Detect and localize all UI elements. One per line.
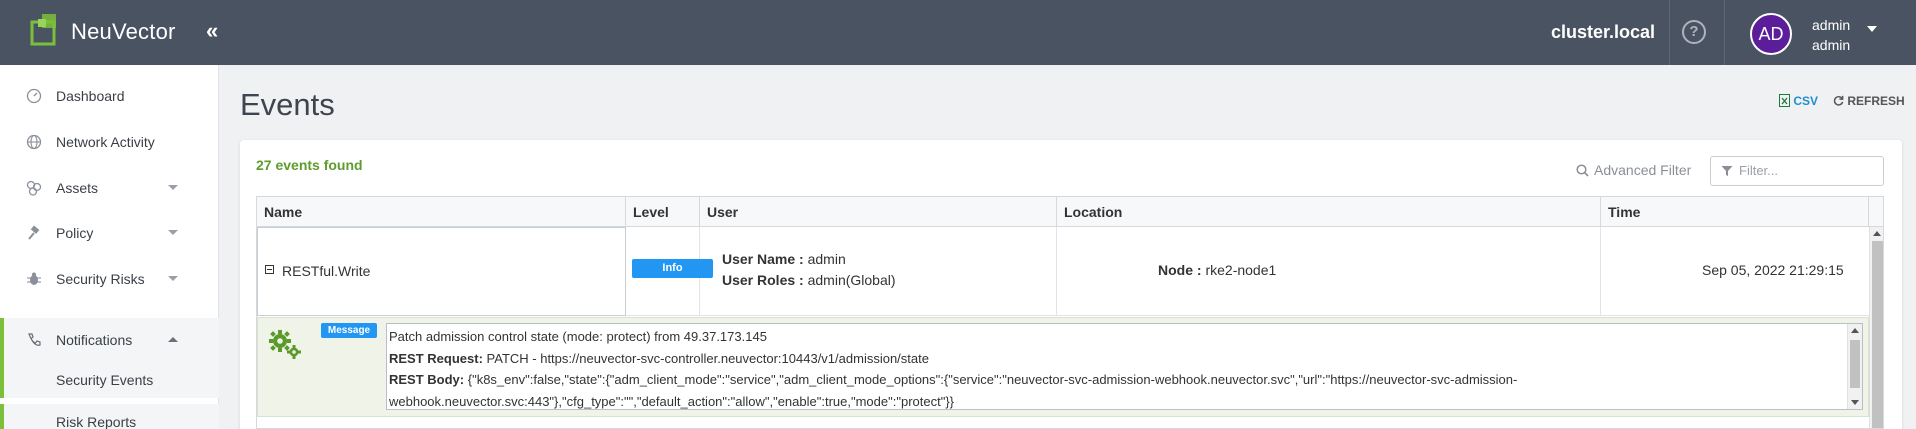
user-roles-label: User Roles : xyxy=(722,272,804,288)
sidebar: Dashboard Network Activity Assets Policy… xyxy=(0,65,219,429)
rest-request-value: PATCH - https://neuvector-svc-controller… xyxy=(486,350,929,366)
node-label: Node : xyxy=(1158,262,1202,278)
user-name-value: admin xyxy=(807,251,846,267)
sidebar-subitem-label: Security Events xyxy=(56,372,154,388)
message-line: Patch admission control state (mode: pro… xyxy=(389,329,767,344)
table-row[interactable]: RESTful.Write Info User Name : admin Use… xyxy=(257,227,1869,316)
filter-icon xyxy=(1721,166,1733,176)
page-title: Events xyxy=(240,87,335,122)
sidebar-subitem-risk-reports[interactable]: Risk Reports xyxy=(0,404,219,429)
sidebar-subitem-label: Risk Reports xyxy=(56,414,137,429)
user-role: admin xyxy=(1812,37,1851,53)
collapse-row-icon[interactable] xyxy=(265,265,274,274)
rest-request-line: REST Request: PATCH - https://neuvector-… xyxy=(389,348,1844,370)
user-menu[interactable]: admin admin xyxy=(1812,15,1850,55)
search-icon xyxy=(1576,164,1589,177)
sidebar-item-label: Network Activity xyxy=(56,134,155,150)
sidebar-item-label: Security Risks xyxy=(56,271,145,287)
csv-export-button[interactable]: CSV xyxy=(1779,94,1818,108)
chevron-down-icon xyxy=(168,185,178,190)
avatar[interactable]: AD xyxy=(1750,13,1792,55)
table-scrollbar[interactable] xyxy=(1869,227,1883,428)
event-detail-panel: Message Patch admission control state (m… xyxy=(257,317,1869,417)
help-icon[interactable]: ? xyxy=(1682,20,1706,44)
policy-icon xyxy=(28,225,40,240)
csv-label: CSV xyxy=(1793,94,1819,108)
scroll-up-icon[interactable] xyxy=(1873,231,1881,236)
sidebar-item-dashboard[interactable]: Dashboard xyxy=(0,74,219,118)
sidebar-item-label: Dashboard xyxy=(56,88,125,104)
sidebar-item-policy[interactable]: Policy xyxy=(0,211,219,255)
cluster-name[interactable]: cluster.local xyxy=(1551,22,1655,43)
bug-icon xyxy=(27,272,41,285)
chevron-down-icon xyxy=(168,230,178,235)
globe-icon xyxy=(26,134,42,150)
location-text: Node : rke2-node1 xyxy=(1158,262,1276,278)
gears-icon xyxy=(269,330,301,359)
scroll-thumb[interactable] xyxy=(1872,241,1883,428)
column-header-name[interactable]: Name xyxy=(257,197,626,227)
rest-request-label: REST Request: xyxy=(389,350,483,366)
sidebar-item-notifications[interactable]: Notifications xyxy=(0,318,219,362)
column-header-level[interactable]: Level xyxy=(626,197,700,227)
dashboard-icon xyxy=(26,88,42,104)
sidebar-item-network-activity[interactable]: Network Activity xyxy=(0,120,219,164)
divider xyxy=(1669,0,1670,65)
node-value: rke2-node1 xyxy=(1205,262,1277,278)
rest-body-line: REST Body: {"k8s_env":false,"state":{"ad… xyxy=(389,369,1844,409)
scroll-down-icon[interactable] xyxy=(1851,400,1859,405)
sidebar-item-assets[interactable]: Assets xyxy=(0,166,219,210)
neuvector-logo-icon[interactable] xyxy=(28,12,68,48)
column-header-user[interactable]: User xyxy=(700,197,1057,227)
events-count: 27 events found xyxy=(256,157,363,173)
rest-body-value: {"k8s_env":false,"state":{"adm_client_mo… xyxy=(389,372,1518,409)
refresh-icon xyxy=(1833,95,1844,106)
sidebar-item-label: Policy xyxy=(56,225,94,241)
scroll-up-icon[interactable] xyxy=(1851,328,1859,333)
table-header: Name Level User Location Time xyxy=(257,197,1883,227)
event-name: RESTful.Write xyxy=(282,263,371,279)
filter-input[interactable] xyxy=(1739,163,1879,178)
divider xyxy=(1724,0,1725,65)
name-cell: RESTful.Write xyxy=(257,227,626,316)
message-textarea[interactable]: Patch admission control state (mode: pro… xyxy=(386,323,1863,410)
user-name-line: User Name : admin xyxy=(722,251,846,267)
refresh-label: REFRESH xyxy=(1847,94,1905,108)
chevron-up-icon xyxy=(168,337,178,342)
chevron-down-icon xyxy=(168,276,178,281)
sidebar-item-label: Assets xyxy=(56,180,99,196)
user-name-label: User Name : xyxy=(722,251,804,267)
sidebar-subitem-security-events[interactable]: Security Events xyxy=(0,362,219,398)
event-time: Sep 05, 2022 21:29:15 xyxy=(1702,262,1844,278)
scroll-thumb[interactable] xyxy=(1850,340,1860,388)
phone-icon xyxy=(28,333,41,346)
filter-field[interactable] xyxy=(1710,156,1884,186)
sidebar-item-security-risks[interactable]: Security Risks xyxy=(0,257,219,301)
collapse-sidebar-icon[interactable]: « xyxy=(206,18,218,44)
user-roles-line: User Roles : admin(Global) xyxy=(722,272,896,288)
advanced-filter-label: Advanced Filter xyxy=(1594,162,1692,178)
message-badge: Message xyxy=(321,323,377,338)
message-scrollbar[interactable] xyxy=(1847,324,1862,409)
refresh-button[interactable]: REFRESH xyxy=(1833,94,1905,108)
user-name: admin xyxy=(1812,17,1851,33)
events-table: Name Level User Location Time RESTful.Wr… xyxy=(256,196,1884,429)
location-cell xyxy=(1057,227,1601,316)
user-roles-value: admin(Global) xyxy=(807,272,896,288)
assets-icon xyxy=(26,180,42,196)
excel-file-icon xyxy=(1779,94,1790,107)
column-header-time[interactable]: Time xyxy=(1601,197,1869,227)
rest-body-label: REST Body: xyxy=(389,372,465,387)
column-header-location[interactable]: Location xyxy=(1057,197,1601,227)
sidebar-item-label: Notifications xyxy=(56,332,133,348)
top-bar: NeuVector « cluster.local ? AD admin adm… xyxy=(0,0,1916,65)
chevron-down-icon[interactable] xyxy=(1867,26,1877,32)
brand-name: NeuVector xyxy=(71,19,176,44)
advanced-filter-button[interactable]: Advanced Filter xyxy=(1576,162,1691,178)
message-content: Patch admission control state (mode: pro… xyxy=(389,326,1844,409)
